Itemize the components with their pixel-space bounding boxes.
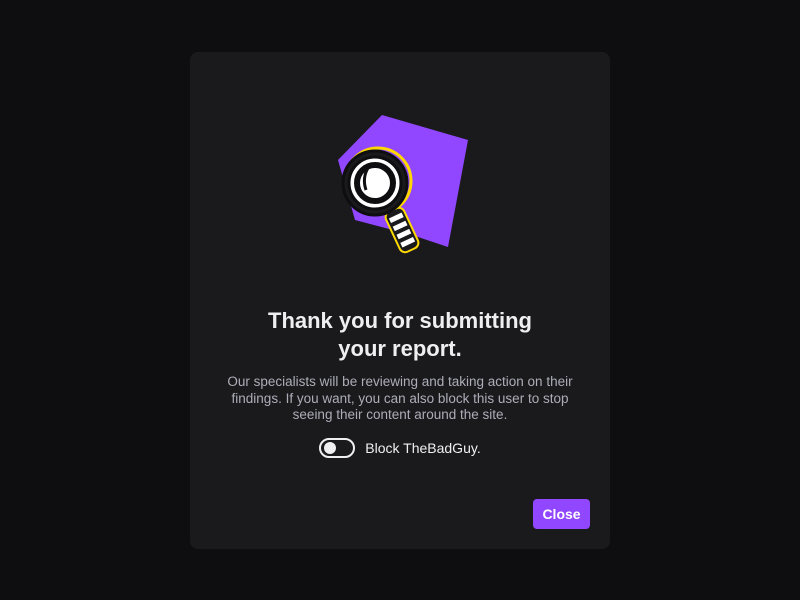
- modal-title-line-1: Thank you for submitting: [268, 308, 532, 333]
- toggle-knob: [324, 442, 337, 454]
- modal-title: Thank you for submitting your report.: [190, 307, 610, 363]
- close-button[interactable]: Close: [533, 499, 590, 529]
- block-user-label[interactable]: Block TheBadGuy.: [365, 440, 480, 456]
- block-user-row: Block TheBadGuy.: [190, 438, 610, 458]
- modal-title-line-2: your report.: [338, 336, 462, 361]
- magnifying-glass-icon: [338, 115, 468, 254]
- modal-description: Our specialists will be reviewing and ta…: [227, 374, 573, 422]
- block-user-toggle[interactable]: [319, 438, 356, 458]
- report-confirmation-modal: Thank you for submitting your report. Ou…: [190, 52, 610, 549]
